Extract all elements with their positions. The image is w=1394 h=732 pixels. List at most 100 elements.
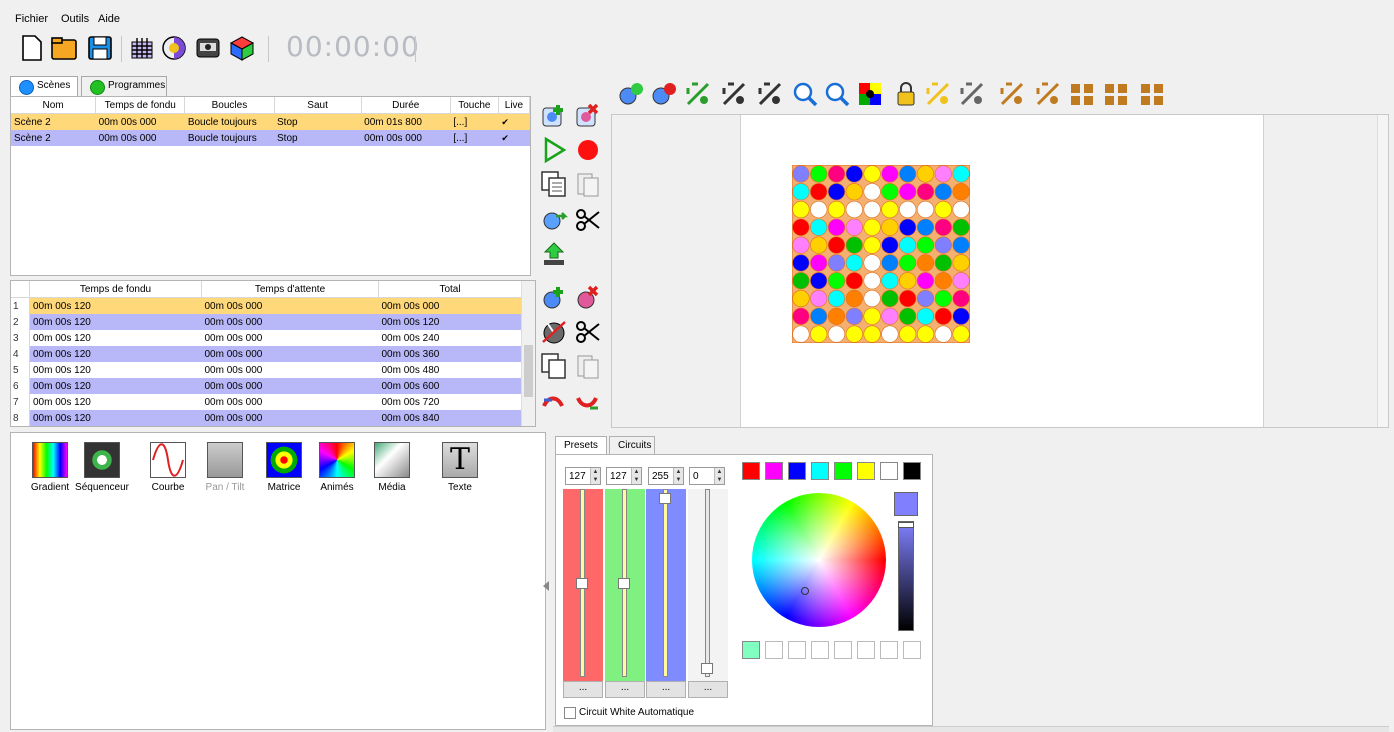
green-spinbox[interactable]: 127 ▲ ▼: [606, 467, 642, 485]
effect-animated[interactable]: Animés: [307, 442, 367, 493]
white-fader-handle[interactable]: [701, 663, 713, 674]
open-folder-icon[interactable]: [50, 34, 78, 62]
faders-icon[interactable]: [720, 80, 748, 108]
led-cell[interactable]: [916, 165, 935, 183]
remove-scene-button[interactable]: [574, 102, 602, 130]
led-cell[interactable]: [881, 165, 899, 183]
effect-sequencer[interactable]: Séquenceur: [72, 442, 132, 493]
cell-touche[interactable]: [...]: [450, 130, 499, 146]
led-cell[interactable]: [899, 165, 917, 183]
led-cell[interactable]: [863, 289, 881, 308]
paste-step-button[interactable]: [574, 352, 602, 380]
led-cell[interactable]: [827, 307, 846, 325]
led-cell[interactable]: [899, 200, 917, 219]
color-blend-icon[interactable]: [160, 34, 188, 62]
white-fader[interactable]: [688, 489, 728, 681]
led-cell[interactable]: [845, 200, 863, 219]
menu-fichier[interactable]: Fichier: [15, 13, 48, 25]
led-cell[interactable]: [863, 183, 881, 201]
led-cell[interactable]: [934, 325, 952, 343]
led-cell[interactable]: [934, 236, 952, 254]
led-cell[interactable]: [899, 325, 917, 343]
save-icon[interactable]: [86, 34, 114, 62]
scrollbar-thumb[interactable]: [524, 345, 533, 397]
table-row[interactable]: Scène 2 00m 00s 000 Boucle toujours Stop…: [11, 130, 530, 146]
blue-more-button[interactable]: ...: [646, 681, 686, 698]
led-cell[interactable]: [810, 272, 828, 290]
menu-outils[interactable]: Outils: [61, 13, 89, 25]
color-wheel-cursor[interactable]: [801, 587, 809, 595]
led-cell[interactable]: [792, 272, 810, 290]
remove-step-button[interactable]: [574, 284, 602, 312]
table-row[interactable]: 4 00m 00s 120 00m 00s 000 00m 00s 360: [11, 346, 522, 362]
led-cell[interactable]: [792, 289, 810, 308]
led-cell[interactable]: [827, 236, 846, 254]
color-wheel[interactable]: [752, 493, 886, 627]
led-cell[interactable]: [952, 307, 970, 325]
group-b-icon[interactable]: [1102, 80, 1130, 108]
led-cell[interactable]: [881, 183, 899, 201]
preview-scrollbar[interactable]: [1377, 115, 1388, 427]
led-cell[interactable]: [952, 218, 970, 236]
table-row[interactable]: 1 00m 00s 120 00m 00s 000 00m 00s 000: [11, 297, 522, 314]
tab-circuits[interactable]: Circuits: [609, 436, 655, 454]
led-cell[interactable]: [845, 272, 863, 290]
palette-swatch[interactable]: [857, 462, 875, 480]
led-cell[interactable]: [792, 307, 810, 325]
table-row[interactable]: Scène 2 00m 00s 000 Boucle toujours Stop…: [11, 113, 530, 130]
led-matrix[interactable]: [792, 165, 970, 343]
led-cell[interactable]: [934, 254, 952, 272]
led-cell[interactable]: [792, 254, 810, 272]
brightness-slider[interactable]: [898, 521, 914, 631]
col-step-attente[interactable]: Temps d'attente: [201, 281, 379, 298]
led-cell[interactable]: [899, 289, 917, 308]
step-table-scrollbar[interactable]: [521, 281, 535, 426]
led-cell[interactable]: [899, 254, 917, 272]
led-cell[interactable]: [916, 307, 935, 325]
spin-arrows-icon[interactable]: ▲ ▼: [631, 468, 641, 484]
led-cell[interactable]: [934, 307, 952, 325]
led-cell[interactable]: [916, 272, 935, 290]
align-icon[interactable]: [958, 80, 986, 108]
record-button[interactable]: [574, 136, 602, 164]
cell-live[interactable]: ✔: [498, 130, 530, 146]
play-button[interactable]: [540, 136, 568, 164]
lock-icon[interactable]: [892, 80, 920, 108]
led-cell[interactable]: [952, 289, 970, 308]
led-cell[interactable]: [952, 200, 970, 219]
table-row[interactable]: 7 00m 00s 120 00m 00s 000 00m 00s 720: [11, 394, 522, 410]
select-icon[interactable]: [924, 80, 952, 108]
col-saut[interactable]: Saut: [274, 97, 362, 114]
led-cell[interactable]: [810, 254, 828, 272]
led-cell[interactable]: [827, 254, 846, 272]
led-cell[interactable]: [810, 236, 828, 254]
palette-swatch[interactable]: [742, 462, 760, 480]
white-spinbox[interactable]: 0 ▲ ▼: [689, 467, 725, 485]
led-cell[interactable]: [845, 254, 863, 272]
led-cell[interactable]: [810, 200, 828, 219]
led-cell[interactable]: [792, 236, 810, 254]
menu-aide[interactable]: Aide: [98, 13, 120, 25]
led-cell[interactable]: [899, 307, 917, 325]
led-cell[interactable]: [881, 236, 899, 254]
timer-step-button[interactable]: [540, 318, 568, 346]
led-cell[interactable]: [881, 254, 899, 272]
led-cell[interactable]: [934, 183, 952, 201]
led-cell[interactable]: [863, 200, 881, 219]
white-more-button[interactable]: ...: [688, 681, 728, 698]
cell-touche[interactable]: [...]: [450, 113, 499, 130]
led-cell[interactable]: [810, 289, 828, 308]
col-live[interactable]: Live: [498, 97, 530, 114]
led-cell[interactable]: [863, 307, 881, 325]
green-more-button[interactable]: ...: [605, 681, 645, 698]
device-icon[interactable]: [194, 34, 222, 62]
red-fader-handle[interactable]: [576, 578, 588, 589]
custom-color-swatch[interactable]: [742, 641, 760, 659]
led-cell[interactable]: [827, 200, 846, 219]
wand-icon[interactable]: [684, 80, 712, 108]
spin-arrows-icon[interactable]: ▲ ▼: [714, 468, 724, 484]
brightness-handle[interactable]: [898, 522, 914, 528]
table-row[interactable]: 8 00m 00s 120 00m 00s 000 00m 00s 840: [11, 410, 522, 426]
red-more-button[interactable]: ...: [563, 681, 603, 698]
led-cell[interactable]: [952, 183, 970, 201]
